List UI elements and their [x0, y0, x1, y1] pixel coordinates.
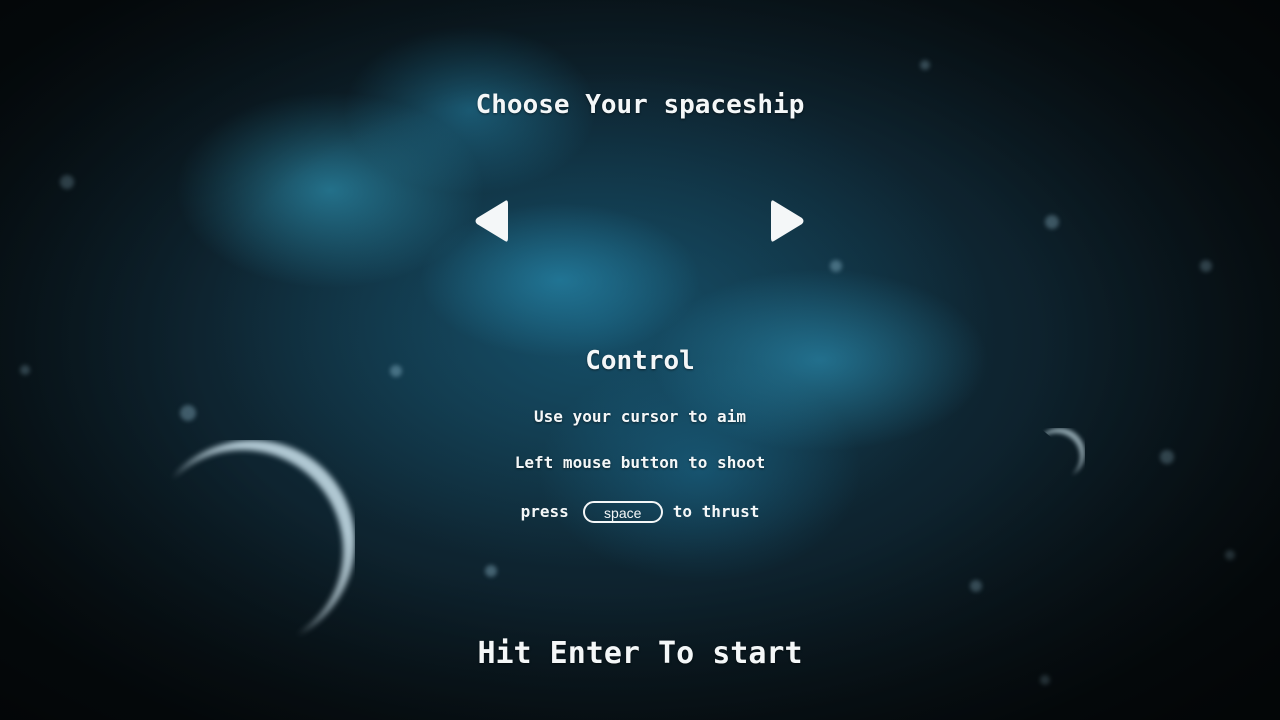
star — [1200, 260, 1212, 272]
star — [1225, 550, 1235, 560]
previous-ship-button[interactable] — [474, 198, 508, 244]
arrow-right-icon — [771, 200, 804, 242]
next-ship-button[interactable] — [771, 198, 805, 244]
thrust-prefix-text: press — [520, 501, 569, 521]
control-shoot-text: Left mouse button to shoot — [514, 453, 766, 472]
star — [970, 580, 982, 592]
star — [60, 175, 74, 189]
page-title: Choose Your spaceship — [475, 90, 805, 120]
star — [485, 565, 497, 577]
start-prompt: Hit Enter To start — [477, 636, 803, 671]
control-aim-text: Use your cursor to aim — [534, 407, 746, 426]
star — [830, 260, 842, 272]
star — [1040, 675, 1050, 685]
star — [920, 60, 930, 70]
thrust-suffix-text: to thrust — [672, 501, 760, 521]
arrow-left-icon — [475, 200, 508, 242]
star — [1045, 215, 1059, 229]
space-key-badge: space — [582, 501, 663, 523]
control-thrust-row: press space to thrust — [0, 499, 1280, 523]
game-screen: Choose Your spaceship Control Use your c… — [0, 0, 1280, 720]
control-heading: Control — [585, 346, 695, 376]
